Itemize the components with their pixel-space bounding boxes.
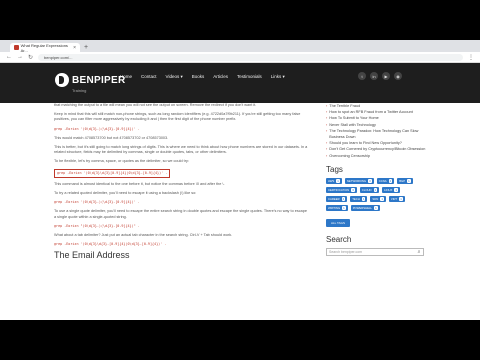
paragraph: This is better, but it's still going to … <box>54 145 308 155</box>
new-tab-button[interactable]: + <box>84 43 88 52</box>
paragraph: Keep in mind that this will still match … <box>54 112 301 122</box>
nav-links[interactable]: Links ▾ <box>271 74 285 80</box>
tag-item[interactable]: VIRT 1 <box>388 195 405 202</box>
recent-post-item[interactable]: › The Technology Paradox: How Technology … <box>326 128 426 140</box>
youtube-icon[interactable]: ▶ <box>382 72 390 80</box>
tag-item[interactable]: BGP 1 <box>397 177 413 184</box>
tags-heading: Tags <box>326 164 343 174</box>
highlighted-code-snippet: grep -Eorizn '(0\d{3}\d{3}[0-9]{4}|0\d{3… <box>54 168 171 178</box>
close-tab-icon[interactable]: × <box>73 45 76 51</box>
nav-articles[interactable]: Articles <box>213 74 228 80</box>
site-logo[interactable]: BENPIPER <box>55 73 126 87</box>
paragraph: What about a tab delimiter? Just put an … <box>54 233 233 238</box>
paragraph: This would match 4708573700 but not 4708… <box>54 135 169 140</box>
tag-item[interactable]: LINUX 1 <box>382 186 400 193</box>
paragraph: that matching the output to a file will … <box>54 103 257 107</box>
tag-item[interactable]: CERTIFICATION 3 <box>326 186 357 193</box>
tag-item[interactable]: TECH 1 <box>350 195 368 202</box>
chevron-right-icon: › <box>326 153 328 158</box>
nav-home[interactable]: Home <box>120 74 132 80</box>
tag-item[interactable]: CLOUD 1 <box>359 186 380 193</box>
tag-cloud: AWS 1 NETWORKING 3 CCNA 2 BGP 1 CERTIFICATIO… <box>326 177 418 211</box>
tag-item[interactable]: POWERSHELL 1 <box>350 204 380 211</box>
code-snippet: grep -Eorizn '(0\d{3}-)(\d{3}-[0-9]{4})'… <box>54 200 140 205</box>
search-icon[interactable]: ⌕ <box>415 249 423 255</box>
site-header: BENPIPER Training Home Contact Videos ▾ … <box>0 63 480 103</box>
tag-item[interactable]: CCNA 2 <box>376 177 395 184</box>
logo-icon <box>55 73 69 87</box>
address-bar: ← → ↻ benpiper.com/... ⋮ <box>0 52 480 63</box>
tag-item[interactable]: NETWORKING 3 <box>344 177 374 184</box>
recent-posts-list: › The Terrible Fraud › How to spot an RFB … <box>326 103 426 159</box>
search-input[interactable]: Search benpiper.com ⌕ <box>326 247 424 256</box>
reload-icon[interactable]: ↻ <box>28 54 33 61</box>
code-snippet: grep -Eorizn '(0\d{3}\d{3}-[0-9]{4}|0\d{… <box>54 242 167 247</box>
tag-item[interactable]: SDN 1 <box>370 195 386 202</box>
back-icon[interactable]: ← <box>6 54 12 60</box>
tag-item[interactable]: CAREER 2 <box>326 195 348 202</box>
forward-icon[interactable]: → <box>17 54 23 60</box>
logo-text: BENPIPER <box>72 74 126 86</box>
rss-icon[interactable]: ◉ <box>394 72 402 80</box>
linkedin-icon[interactable]: in <box>370 72 378 80</box>
nav-testimonials[interactable]: Testimonials <box>237 74 262 80</box>
recent-post-item[interactable]: › Overcoming Censorship <box>326 153 426 159</box>
section-heading: The Email Address <box>54 250 130 261</box>
code-snippet: grep -Eorizn "(0\d{3}-)(\d{3}-[0-9]{4})"… <box>54 223 140 228</box>
browser-window: What Regular Expressions Ar... × + ← → ↻… <box>0 40 480 320</box>
paragraph: To try a related quoted delimiter, you'l… <box>54 191 197 196</box>
paragraph: This command is almost identical to the … <box>54 181 225 186</box>
nav-books[interactable]: Books <box>192 74 205 80</box>
top-nav: Home Contact Videos ▾ Books Articles Tes… <box>120 74 285 80</box>
url-input[interactable]: benpiper.com/... <box>38 53 463 61</box>
browser-tab[interactable]: What Regular Expressions Ar... × <box>10 42 80 53</box>
favicon-icon <box>14 45 19 50</box>
sidebar: › The Terrible Fraud › How to spot an RFB … <box>326 103 426 256</box>
browser-menu-icon[interactable]: ⋮ <box>468 54 474 61</box>
paragraph: To use a single quote delimiter, you'll … <box>54 209 307 219</box>
video-frame: What Regular Expressions Ar... × + ← → ↻… <box>0 0 480 360</box>
tag-item[interactable]: WRITING 1 <box>326 204 348 211</box>
tab-title: What Regular Expressions Ar... <box>20 42 68 53</box>
nav-videos[interactable]: Videos ▾ <box>166 74 183 80</box>
tag-item[interactable]: AWS 1 <box>326 177 342 184</box>
all-tags-button[interactable]: ALL TAGS <box>326 218 350 227</box>
nav-contact[interactable]: Contact <box>141 74 157 80</box>
chevron-right-icon: › <box>326 128 328 133</box>
search-heading: Search <box>326 234 352 244</box>
twitter-icon[interactable]: t <box>358 72 366 80</box>
social-links: t in ▶ ◉ <box>358 72 402 80</box>
paragraph: To be flexible, let's try comma, space, … <box>54 159 189 164</box>
search-placeholder: Search benpiper.com <box>329 249 363 254</box>
code-snippet: grep -Eorizn '(0\d{3}-)(\d{3}-[0-9]{4})'… <box>54 126 140 131</box>
logo-subtitle: Training <box>72 88 87 93</box>
tab-bar: What Regular Expressions Ar... × + <box>0 40 480 53</box>
article-body: that matching the output to a file will … <box>54 103 309 261</box>
